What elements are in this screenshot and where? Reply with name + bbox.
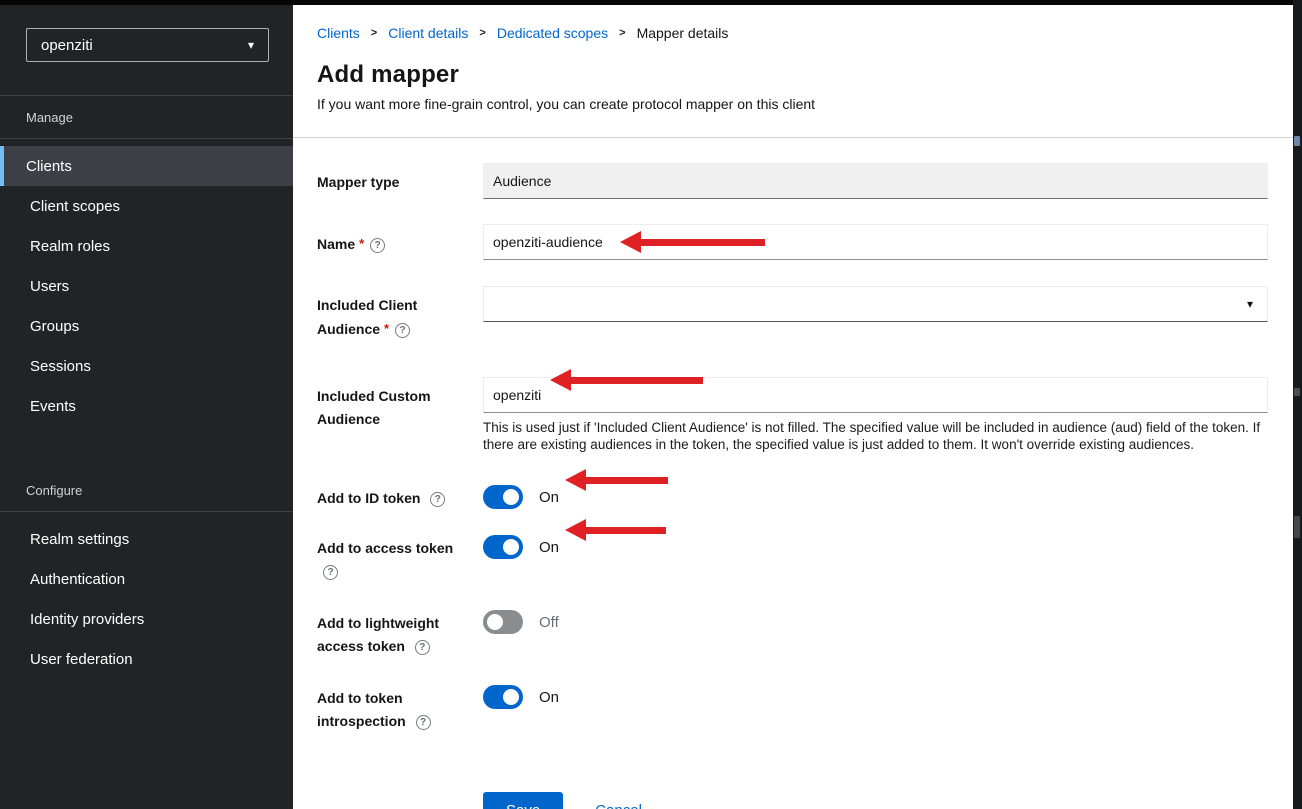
- add-mapper-form: Mapper type Name*? Included Client Audie…: [293, 138, 1293, 809]
- sidebar-divider: [0, 95, 293, 96]
- included-custom-audience-label: Included Custom Audience: [317, 377, 483, 431]
- sidebar-section-manage: Manage: [0, 110, 293, 125]
- add-to-id-token-row: Add to ID token ? On: [317, 485, 1268, 510]
- help-icon[interactable]: ?: [370, 238, 385, 253]
- keycloak-admin-page: openziti ▾ Manage Clients Client scopes …: [0, 0, 1302, 809]
- add-to-access-token-label: Add to access token ?: [317, 535, 483, 583]
- breadcrumb-client-details[interactable]: Client details: [388, 25, 468, 41]
- sidebar-item-client-scopes[interactable]: Client scopes: [0, 186, 293, 226]
- add-to-token-introspection-state: On: [539, 689, 559, 706]
- add-to-access-token-row: Add to access token ? On: [317, 535, 1268, 583]
- sidebar-item-users[interactable]: Users: [0, 266, 293, 306]
- sidebar-item-groups[interactable]: Groups: [0, 306, 293, 346]
- chevron-right-icon: >: [371, 27, 377, 39]
- included-client-audience-row: Included Client Audience*? ▾: [317, 286, 1268, 341]
- name-input[interactable]: [483, 224, 1268, 260]
- add-to-token-introspection-toggle[interactable]: [483, 685, 523, 709]
- help-icon[interactable]: ?: [395, 323, 410, 338]
- included-custom-audience-helper-text: This is used just if 'Included Client Au…: [483, 419, 1268, 453]
- sidebar-nav: openziti ▾ Manage Clients Client scopes …: [0, 5, 293, 809]
- sidebar-item-realm-settings[interactable]: Realm settings: [0, 519, 293, 559]
- add-to-id-token-label: Add to ID token ?: [317, 485, 483, 510]
- help-icon[interactable]: ?: [323, 565, 338, 580]
- add-to-access-token-toggle[interactable]: [483, 535, 523, 559]
- name-row: Name*?: [317, 224, 1268, 260]
- included-custom-audience-input[interactable]: [483, 377, 1268, 413]
- sidebar-item-user-federation[interactable]: User federation: [0, 639, 293, 679]
- add-to-id-token-state: On: [539, 489, 559, 506]
- breadcrumb-mapper-details: Mapper details: [637, 25, 729, 41]
- included-client-audience-select[interactable]: ▾: [483, 286, 1268, 322]
- mapper-type-input: [483, 163, 1268, 199]
- realm-selector-dropdown[interactable]: openziti ▾: [26, 28, 269, 62]
- sidebar-item-realm-roles[interactable]: Realm roles: [0, 226, 293, 266]
- add-to-lightweight-access-token-toggle[interactable]: [483, 610, 523, 634]
- sidebar-item-sessions[interactable]: Sessions: [0, 346, 293, 386]
- page-header: Clients > Client details > Dedicated sco…: [293, 5, 1293, 138]
- save-button[interactable]: Save: [483, 792, 563, 809]
- sidebar-section-configure: Configure: [0, 483, 293, 498]
- page-subtitle: If you want more fine-grain control, you…: [317, 96, 1269, 112]
- chevron-right-icon: >: [479, 27, 485, 39]
- mapper-type-label: Mapper type: [317, 163, 483, 194]
- manage-nav-list: Clients Client scopes Realm roles Users …: [0, 139, 293, 426]
- breadcrumb: Clients > Client details > Dedicated sco…: [317, 25, 1269, 41]
- cancel-button[interactable]: Cancel: [595, 802, 642, 809]
- add-to-access-token-state: On: [539, 539, 559, 556]
- top-window-bar: [0, 0, 1302, 5]
- breadcrumb-dedicated-scopes[interactable]: Dedicated scopes: [497, 25, 608, 41]
- breadcrumb-clients[interactable]: Clients: [317, 25, 360, 41]
- included-custom-audience-row: Included Custom Audience This is used ju…: [317, 377, 1268, 453]
- mapper-type-row: Mapper type: [317, 163, 1268, 199]
- main-content: Clients > Client details > Dedicated sco…: [293, 5, 1293, 809]
- add-to-token-introspection-row: Add to token introspection ? On: [317, 685, 1268, 733]
- add-to-lightweight-access-token-state: Off: [539, 614, 559, 631]
- realm-selector-value: openziti: [41, 37, 93, 54]
- sidebar-item-authentication[interactable]: Authentication: [0, 559, 293, 599]
- help-icon[interactable]: ?: [430, 492, 445, 507]
- add-to-lightweight-access-token-row: Add to lightweight access token ? Off: [317, 610, 1268, 658]
- required-asterisk: *: [384, 321, 389, 336]
- add-to-token-introspection-label: Add to token introspection ?: [317, 685, 483, 733]
- chevron-down-icon: ▾: [248, 38, 254, 52]
- page-title: Add mapper: [317, 61, 1269, 89]
- browser-scrollbar[interactable]: [1293, 0, 1302, 809]
- help-icon[interactable]: ?: [416, 715, 431, 730]
- required-asterisk: *: [359, 236, 364, 251]
- form-actions: Save Cancel: [483, 792, 1268, 809]
- sidebar-item-events[interactable]: Events: [0, 386, 293, 426]
- chevron-right-icon: >: [619, 27, 625, 39]
- add-to-id-token-toggle[interactable]: [483, 485, 523, 509]
- chevron-down-icon: ▾: [1247, 297, 1253, 311]
- add-to-lightweight-access-token-label: Add to lightweight access token ?: [317, 610, 483, 658]
- sidebar-item-clients[interactable]: Clients: [0, 146, 293, 186]
- help-icon[interactable]: ?: [415, 640, 430, 655]
- sidebar-item-identity-providers[interactable]: Identity providers: [0, 599, 293, 639]
- configure-nav-list: Realm settings Authentication Identity p…: [0, 512, 293, 679]
- included-client-audience-label: Included Client Audience*?: [317, 286, 483, 341]
- name-label: Name*?: [317, 224, 483, 256]
